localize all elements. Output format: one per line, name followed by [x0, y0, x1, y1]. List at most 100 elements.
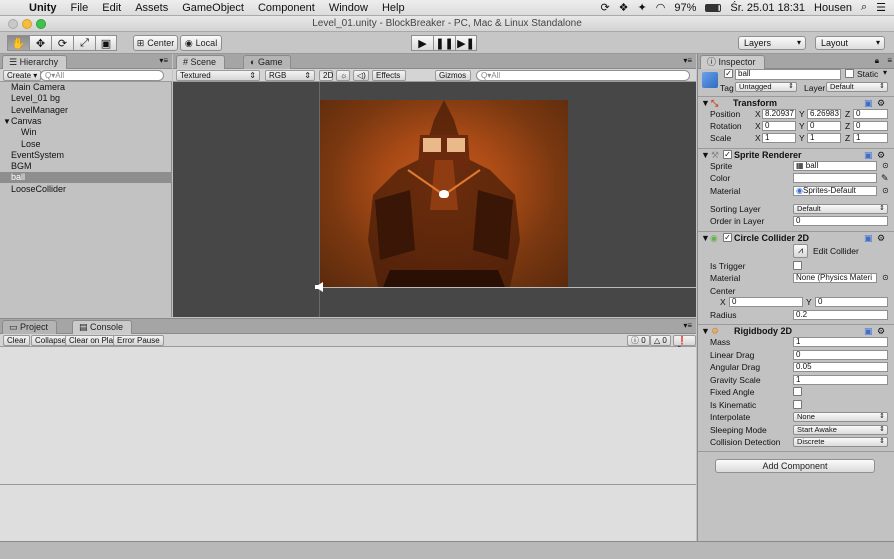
- is-kinematic-checkbox[interactable]: [793, 400, 802, 409]
- angular-drag-field[interactable]: 0.05: [793, 362, 888, 372]
- center-x-field[interactable]: 0: [729, 297, 803, 307]
- hierarchy-item[interactable]: EventSystem: [0, 150, 172, 161]
- rect-tool-icon[interactable]: ▣: [95, 35, 117, 51]
- menu-gameobject[interactable]: GameObject: [175, 2, 251, 14]
- console-detail-area[interactable]: [0, 485, 696, 542]
- play-icon[interactable]: ▶: [411, 35, 433, 51]
- effects-dropdown[interactable]: Effects ▾: [372, 70, 406, 89]
- circle-collider-header[interactable]: ▼ ◉ ✓ Circle Collider 2D ▣ ⚙: [698, 231, 894, 244]
- tab-scene[interactable]: # Scene: [176, 55, 226, 69]
- object-picker-icon[interactable]: ⊙: [882, 272, 889, 284]
- menu-assets[interactable]: Assets: [128, 2, 175, 14]
- panel-menu-icon[interactable]: ▾≡: [683, 56, 692, 65]
- hierarchy-item[interactable]: Win: [0, 127, 172, 138]
- tab-hierarchy[interactable]: ☰ Hierarchy: [2, 55, 68, 69]
- object-picker-icon[interactable]: ⊙: [882, 160, 889, 172]
- dropbox-icon[interactable]: ❖: [619, 1, 629, 14]
- foldout-arrow-icon[interactable]: ▼: [701, 232, 710, 245]
- panel-menu-icon[interactable]: ≡: [887, 56, 892, 65]
- layers-dropdown[interactable]: Layers: [738, 36, 806, 50]
- is-trigger-checkbox[interactable]: [793, 261, 802, 270]
- audio-icon[interactable]: ◁): [353, 70, 369, 81]
- radius-field[interactable]: 0.2: [793, 310, 888, 320]
- menu-file[interactable]: File: [64, 2, 96, 14]
- static-dropdown[interactable]: ▾: [883, 68, 887, 77]
- log-filter-toggle[interactable]: ⓘ 0: [627, 335, 650, 346]
- sleeping-mode-dropdown[interactable]: Start Awake: [793, 425, 888, 435]
- tab-console[interactable]: ▤ Console: [72, 320, 133, 334]
- rotate-tool-icon[interactable]: ⟳: [51, 35, 73, 51]
- object-picker-icon[interactable]: ⊙: [882, 185, 889, 197]
- tab-project[interactable]: ▭ Project: [2, 320, 58, 334]
- hierarchy-item[interactable]: Lose: [0, 139, 172, 150]
- shading-dropdown[interactable]: Textured ⇕: [176, 70, 260, 81]
- pause-icon[interactable]: ❚❚: [433, 35, 455, 51]
- pivot-center-button[interactable]: ⊞ Center: [133, 35, 178, 51]
- search-icon[interactable]: ⌕: [861, 1, 867, 14]
- hierarchy-item[interactable]: ▼ Canvas: [0, 116, 172, 127]
- add-component-button[interactable]: Add Component: [715, 459, 875, 473]
- scene-viewport[interactable]: [173, 82, 696, 317]
- ball-sprite[interactable]: [439, 190, 449, 198]
- tab-inspector[interactable]: ⓘ Inspector: [700, 55, 765, 69]
- minimize-window-button[interactable]: [22, 19, 32, 29]
- hierarchy-item[interactable]: ball: [0, 172, 172, 184]
- tag-dropdown[interactable]: Untagged: [735, 82, 797, 92]
- hierarchy-item[interactable]: LevelManager: [0, 105, 172, 116]
- hierarchy-item[interactable]: BGM: [0, 161, 172, 172]
- menu-help[interactable]: Help: [375, 2, 412, 14]
- clear-button[interactable]: Clear: [3, 335, 31, 346]
- mass-field[interactable]: 1: [793, 337, 888, 347]
- menu-edit[interactable]: Edit: [95, 2, 128, 14]
- position-z-field[interactable]: 0: [853, 109, 888, 119]
- position-y-field[interactable]: 6.26983: [807, 109, 841, 119]
- hierarchy-item[interactable]: Level_01 bg: [0, 93, 172, 104]
- edit-collider-button[interactable]: ⩘: [793, 244, 808, 258]
- render-mode-dropdown[interactable]: RGB ⇕: [265, 70, 315, 81]
- panel-menu-icon[interactable]: ▾≡: [683, 321, 692, 330]
- layer-dropdown[interactable]: Default: [826, 82, 888, 92]
- 2d-toggle[interactable]: 2D: [319, 70, 333, 81]
- cc-material-field[interactable]: None (Physics Materi: [793, 273, 877, 283]
- scale-tool-icon[interactable]: ⤢: [73, 35, 95, 51]
- settings-gear-icon[interactable]: ⚙: [877, 232, 885, 245]
- sprite-renderer-enabled-checkbox[interactable]: ✓: [723, 150, 732, 159]
- position-x-field[interactable]: 8.20937: [762, 109, 796, 119]
- sprite-object-field[interactable]: ▦ ball: [793, 161, 877, 171]
- circle-collider-enabled-checkbox[interactable]: ✓: [723, 233, 732, 242]
- active-checkbox[interactable]: ✓: [724, 69, 733, 78]
- warning-filter-toggle[interactable]: △ 0: [650, 335, 671, 346]
- pivot-local-button[interactable]: ◉ Local: [180, 35, 222, 51]
- lighting-icon[interactable]: ☼: [336, 70, 350, 81]
- create-dropdown[interactable]: Create ▾: [3, 70, 42, 81]
- order-in-layer-field[interactable]: 0: [793, 216, 888, 226]
- panel-menu-icon[interactable]: ▾≡: [159, 56, 168, 65]
- hierarchy-item[interactable]: LooseCollider: [0, 184, 172, 195]
- hand-tool-icon[interactable]: ✋: [7, 35, 29, 51]
- menu-window[interactable]: Window: [322, 2, 375, 14]
- sorting-layer-dropdown[interactable]: Default: [793, 204, 888, 214]
- rotation-z-field[interactable]: 0: [853, 121, 888, 131]
- static-checkbox[interactable]: [845, 69, 854, 78]
- step-icon[interactable]: ▶❚: [455, 35, 477, 51]
- scene-search-input[interactable]: Q▾All: [476, 70, 690, 81]
- error-filter-toggle[interactable]: ❗ 0: [673, 335, 696, 354]
- lock-icon[interactable]: 🔒︎: [875, 56, 879, 66]
- console-log-area[interactable]: [0, 347, 696, 484]
- clock[interactable]: Śr. 25.01 18:31: [730, 2, 805, 14]
- gameobject-name-field[interactable]: ball: [735, 69, 841, 80]
- help-icon[interactable]: ▣: [864, 232, 873, 245]
- tab-game[interactable]: ◐ Game: [243, 55, 292, 69]
- scale-y-field[interactable]: 1: [807, 133, 841, 143]
- move-tool-icon[interactable]: ✥: [29, 35, 51, 51]
- user-name[interactable]: Housen: [814, 2, 852, 14]
- wifi-icon[interactable]: ◠: [656, 1, 666, 14]
- app-menu[interactable]: Unity: [22, 2, 64, 14]
- rotation-x-field[interactable]: 0: [762, 121, 796, 131]
- fixed-angle-checkbox[interactable]: [793, 387, 802, 396]
- hierarchy-item[interactable]: Main Camera: [0, 82, 172, 93]
- zoom-window-button[interactable]: [36, 19, 46, 29]
- collision-detection-dropdown[interactable]: Discrete: [793, 437, 888, 447]
- notification-icon[interactable]: ✦: [638, 1, 647, 14]
- layout-dropdown[interactable]: Layout: [815, 36, 885, 50]
